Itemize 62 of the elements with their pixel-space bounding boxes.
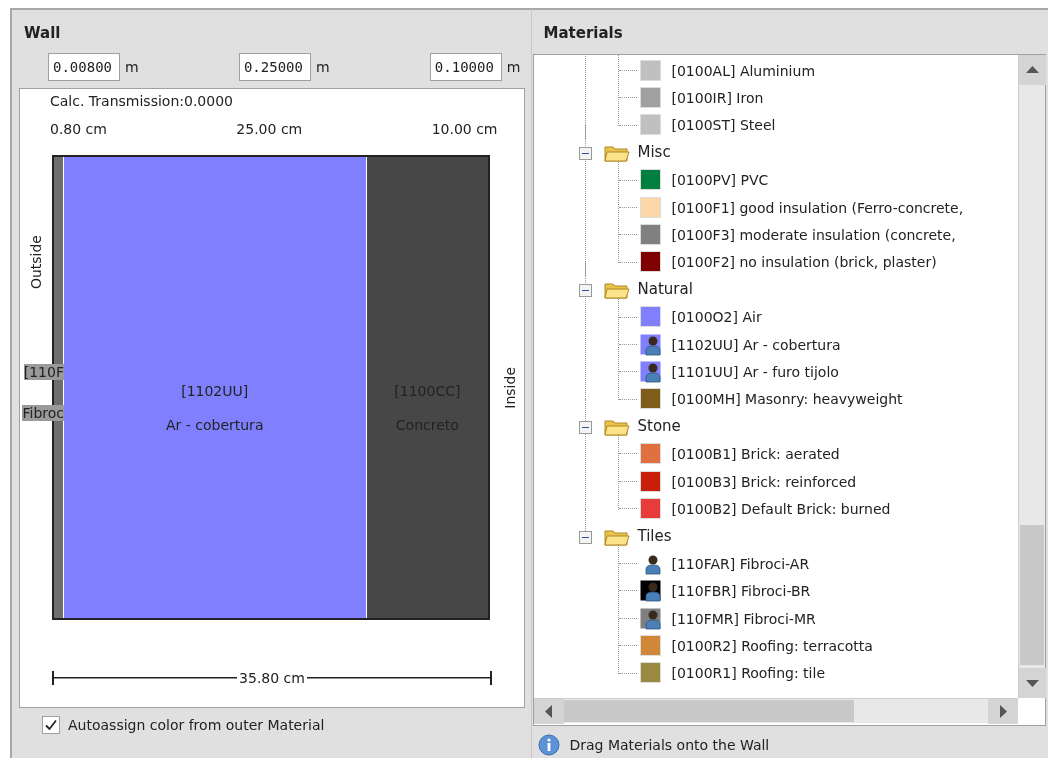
material-item[interactable]: [0100F1] good insulation (Ferro-concrete, — [671, 199, 964, 216]
collapse-toggle[interactable] — [578, 147, 592, 161]
vertical-scrollbar[interactable] — [1017, 55, 1045, 698]
material-item[interactable]: [0100AL] Aluminium — [671, 62, 816, 79]
transmission-label: Calc. Transmission:0.0000 — [49, 92, 234, 111]
info-icon — [537, 734, 560, 756]
material-item[interactable]: [0100IR] Iron — [671, 90, 764, 107]
material-item[interactable]: [0100F2] no insulation (brick, plaster) — [671, 254, 937, 271]
total-thickness-label: 35.80 cm — [237, 670, 307, 686]
horizontal-scrollbar[interactable] — [533, 698, 1018, 723]
wall-layer[interactable]: [1102UU] Ar - cobertura — [63, 157, 367, 618]
material-item[interactable]: [1102UU] Ar - cobertura — [671, 336, 841, 353]
material-item[interactable]: [0100B2] Default Brick: burned — [671, 500, 891, 517]
thickness-label: 10.00 cm — [431, 121, 498, 139]
material-item[interactable]: [0100B3] Brick: reinforced — [671, 473, 857, 490]
collapse-toggle[interactable] — [578, 530, 592, 544]
hint-text: Drag Materials onto the Wall — [569, 737, 770, 753]
thickness-field[interactable]: 0.25000 — [238, 53, 311, 81]
folder-icon — [603, 417, 630, 438]
unit-label: m — [315, 59, 330, 75]
tree-group[interactable]: Natural — [637, 280, 693, 299]
panel-title: Wall — [23, 23, 62, 44]
material-item[interactable]: [0100PV] PVC — [671, 172, 769, 189]
material-item[interactable]: [0100F3] moderate insulation (concrete, — [671, 227, 956, 244]
tree-group[interactable]: Tiles — [637, 526, 672, 545]
scroll-thumb[interactable] — [1019, 525, 1044, 665]
material-item[interactable]: [0100B1] Brick: aerated — [671, 446, 840, 463]
material-item[interactable]: [0100R1] Roofing: tile — [671, 665, 825, 682]
layer-name: Ar - cobertura — [165, 416, 264, 433]
checkbox[interactable] — [42, 716, 60, 734]
outside-label: Outside — [27, 235, 45, 290]
unit-label: m — [125, 59, 139, 75]
folder-icon — [603, 280, 630, 301]
scroll-left-icon[interactable] — [533, 699, 564, 724]
thickness-field[interactable]: 0.10000 — [429, 53, 502, 81]
material-item[interactable]: [0100R2] Roofing: terracotta — [671, 637, 873, 654]
layer-code: [1102UU] — [181, 382, 249, 399]
checkbox-label[interactable]: Autoassign color from outer Material — [68, 717, 325, 733]
material-item[interactable]: [0100O2] Air — [671, 309, 762, 326]
thickness-label: 0.80 cm — [50, 121, 107, 139]
panel-title: Materials — [542, 23, 624, 44]
scroll-up-icon[interactable] — [1018, 55, 1046, 85]
material-item[interactable]: [0100MH] Masonry: heavyweight — [671, 391, 903, 408]
collapse-toggle[interactable] — [578, 421, 592, 435]
tree-group[interactable]: Misc — [637, 143, 671, 162]
material-item[interactable]: [110FMR] Fibroci-MR — [671, 610, 816, 627]
scroll-thumb[interactable] — [563, 700, 854, 722]
scroll-down-icon[interactable] — [1018, 668, 1046, 698]
material-item[interactable]: [110FAR] Fibroci-AR — [671, 555, 810, 572]
material-item[interactable]: [0100ST] Steel — [671, 117, 776, 134]
scroll-right-icon[interactable] — [987, 699, 1018, 724]
folder-icon — [603, 143, 630, 164]
unit-label: m — [506, 59, 521, 75]
tree-group[interactable]: Stone — [637, 417, 681, 436]
material-item[interactable]: [110FBR] Fibroci-BR — [671, 583, 811, 600]
inside-label: Inside — [502, 366, 519, 409]
layer-code: [110F — [23, 364, 64, 380]
layer-name: Fibroc — [22, 405, 64, 421]
thickness-field[interactable]: 0.00800 — [48, 53, 120, 81]
collapse-toggle[interactable] — [578, 284, 592, 298]
material-item[interactable]: [1101UU] Ar - furo tijolo — [671, 364, 839, 380]
thickness-label: 25.00 cm — [236, 121, 303, 139]
